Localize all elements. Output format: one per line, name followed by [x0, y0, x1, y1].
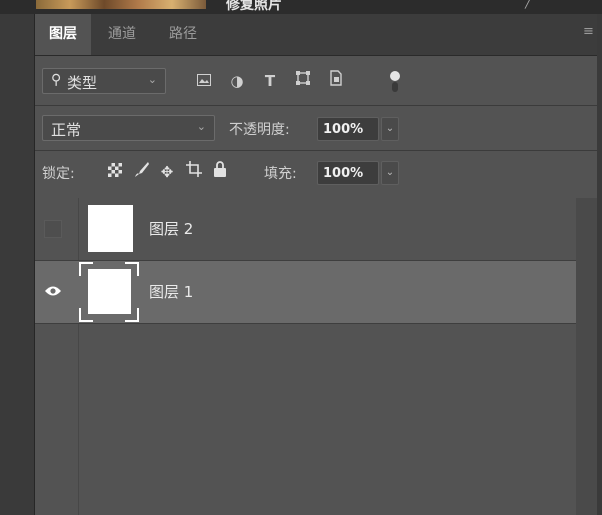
layer-row[interactable]: 图层 1 — [35, 261, 576, 324]
type-filter-icon[interactable]: T — [260, 70, 280, 92]
filter-toggle-icon[interactable] — [385, 70, 405, 92]
search-icon: ⚲ — [51, 72, 62, 88]
visibility-toggle[interactable] — [44, 220, 62, 238]
scrollbar[interactable] — [576, 198, 597, 515]
lock-label: 锁定: — [42, 166, 75, 182]
layers-list: 图层 2 图层 1 — [35, 198, 597, 515]
layer-name[interactable]: 图层 2 — [149, 218, 193, 239]
layer-thumbnail — [88, 269, 131, 314]
filter-kind-select[interactable]: ⚲ 类型 ⌄ — [42, 68, 166, 94]
opacity-label: 不透明度: — [229, 122, 290, 138]
document-title: 修复照片 — [226, 0, 282, 13]
opacity-input[interactable]: 100% — [317, 117, 379, 141]
divider — [35, 105, 597, 106]
lock-all-icon[interactable] — [211, 161, 229, 183]
blend-mode-label: 正常 — [51, 121, 82, 139]
right-panel-edge — [597, 14, 602, 515]
layer-name[interactable]: 图层 1 — [149, 281, 193, 302]
tab-paths[interactable]: 路径 — [153, 14, 213, 55]
lock-position-icon[interactable]: ✥ — [158, 161, 176, 183]
left-panel-edge — [0, 14, 35, 515]
layers-panel: ⚲ 类型 ⌄ ◑ T 正常 ⌄ 不透明度: 100% ⌄ 锁定: ✥ 填充: 1… — [35, 56, 597, 515]
tab-layers[interactable]: 图层 — [35, 14, 91, 55]
filter-kind-label: 类型 — [67, 74, 98, 92]
shape-filter-icon[interactable] — [293, 70, 313, 92]
layer-row[interactable]: 图层 2 — [35, 198, 576, 261]
document-header: 修复照片 ╱ — [0, 0, 602, 14]
fill-dropdown-button[interactable]: ⌄ — [381, 161, 399, 185]
opacity-dropdown-button[interactable]: ⌄ — [381, 117, 399, 141]
blend-row: 正常 ⌄ 不透明度: 100% ⌄ — [35, 113, 597, 143]
chevron-icon[interactable]: ╱ — [525, 0, 532, 9]
lock-transparent-pixels-icon[interactable] — [106, 161, 124, 183]
layer-filter-row: ⚲ 类型 ⌄ ◑ T — [35, 66, 597, 96]
panel-tab-bar: 图层 通道 路径 ≡ — [35, 14, 597, 56]
fill-label: 填充: — [264, 166, 297, 182]
image-filter-icon[interactable] — [194, 70, 214, 92]
blend-mode-select[interactable]: 正常 ⌄ — [42, 115, 215, 141]
lock-image-pixels-icon[interactable] — [133, 161, 151, 183]
document-thumbnail — [36, 0, 206, 9]
lock-artboard-icon[interactable] — [185, 161, 203, 183]
layer-thumbnail — [88, 205, 133, 252]
eye-icon[interactable] — [44, 283, 62, 301]
chevron-down-icon: ⌄ — [147, 73, 157, 86]
panel-menu-icon[interactable]: ≡ — [583, 25, 595, 38]
divider — [35, 150, 597, 151]
chevron-down-icon: ⌄ — [196, 120, 206, 133]
fill-input[interactable]: 100% — [317, 161, 379, 185]
smart-object-filter-icon[interactable] — [326, 70, 346, 92]
lock-row: 锁定: ✥ 填充: 100% ⌄ — [35, 158, 597, 188]
tab-channels[interactable]: 通道 — [91, 14, 153, 55]
adjustment-filter-icon[interactable]: ◑ — [227, 70, 247, 92]
